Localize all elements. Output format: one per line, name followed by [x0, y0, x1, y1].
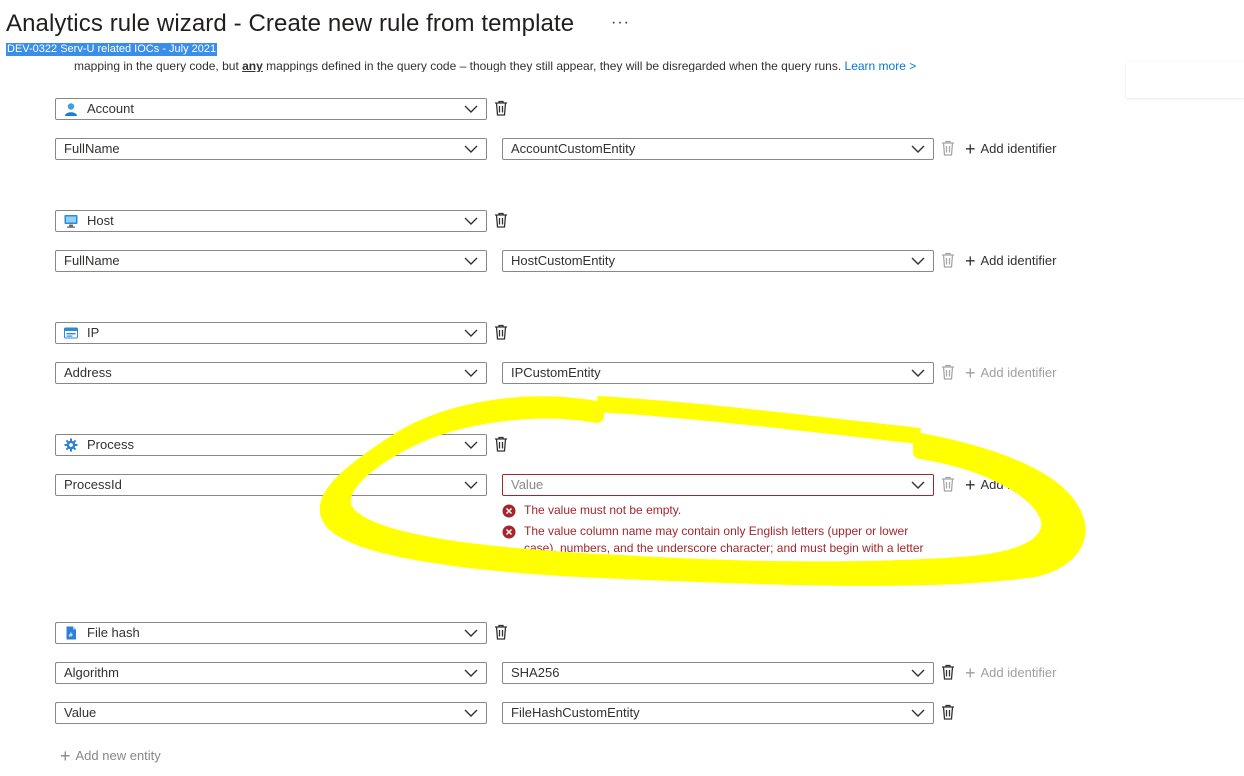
chevron-down-icon: [464, 105, 478, 113]
identifier-dropdown-ip[interactable]: Address: [55, 362, 487, 384]
delete-identifier-icon[interactable]: [941, 476, 955, 492]
entity-type-dropdown-account[interactable]: Account: [55, 98, 487, 120]
svg-text:#: #: [68, 632, 73, 639]
host-icon: [64, 215, 78, 228]
chevron-down-icon: [464, 369, 478, 377]
add-identifier-button-filehash[interactable]: + Add identifier: [965, 663, 1056, 684]
side-panel: [1126, 62, 1244, 98]
entity-type-dropdown-ip[interactable]: IP: [55, 322, 487, 344]
chevron-down-icon: [464, 257, 478, 265]
chevron-down-icon: [464, 441, 478, 449]
value-dropdown-account[interactable]: AccountCustomEntity: [502, 138, 934, 160]
delete-entity-icon[interactable]: [494, 436, 508, 452]
delete-identifier-icon[interactable]: [941, 704, 955, 720]
account-icon: [65, 103, 77, 116]
identifier-dropdown-filehash-1[interactable]: Algorithm: [55, 662, 487, 684]
chevron-down-icon: [911, 481, 925, 489]
delete-identifier-icon[interactable]: [941, 252, 955, 268]
chevron-down-icon: [911, 257, 925, 265]
page-title: Analytics rule wizard - Create new rule …: [6, 10, 575, 37]
chevron-down-icon: [911, 369, 925, 377]
identifier-dropdown-process[interactable]: ProcessId: [55, 474, 487, 496]
delete-identifier-icon[interactable]: [941, 364, 955, 380]
entity-type-dropdown-filehash[interactable]: # File hash: [55, 622, 487, 644]
value-dropdown-filehash-1[interactable]: SHA256: [502, 662, 934, 684]
error-message-empty: The value must not be empty.: [524, 503, 682, 517]
chevron-down-icon: [911, 709, 925, 717]
identifier-dropdown-host[interactable]: FullName: [55, 250, 487, 272]
identifier-dropdown-account[interactable]: FullName: [55, 138, 487, 160]
chevron-down-icon: [464, 629, 478, 637]
plus-icon: +: [965, 139, 976, 159]
chevron-down-icon: [464, 481, 478, 489]
delete-identifier-icon[interactable]: [941, 140, 955, 156]
delete-entity-icon[interactable]: [494, 100, 508, 116]
chevron-down-icon: [464, 217, 478, 225]
chevron-down-icon: [464, 709, 478, 717]
error-icon: [502, 525, 516, 539]
add-new-entity-button[interactable]: + Add new entity: [60, 746, 161, 767]
value-dropdown-filehash-2[interactable]: FileHashCustomEntity: [502, 702, 934, 724]
error-message-invalid-name: The value column name may contain only E…: [524, 524, 924, 572]
delete-entity-icon[interactable]: [494, 624, 508, 640]
add-identifier-button-account[interactable]: + Add identifier: [965, 139, 1056, 160]
more-options-button[interactable]: ···: [611, 14, 630, 32]
plus-icon: +: [965, 663, 976, 683]
add-identifier-button-process[interactable]: + Add identifier: [965, 475, 1056, 496]
value-dropdown-host[interactable]: HostCustomEntity: [502, 250, 934, 272]
plus-icon: +: [60, 746, 71, 766]
delete-identifier-icon[interactable]: [941, 664, 955, 680]
file-hash-icon: #: [66, 626, 76, 640]
entity-type-dropdown-process[interactable]: Process: [55, 434, 487, 456]
identifier-dropdown-filehash-2[interactable]: Value: [55, 702, 487, 724]
delete-entity-icon[interactable]: [494, 212, 508, 228]
value-dropdown-ip[interactable]: IPCustomEntity: [502, 362, 934, 384]
delete-entity-icon[interactable]: [494, 324, 508, 340]
chevron-down-icon: [911, 669, 925, 677]
plus-icon: +: [965, 363, 976, 383]
rule-name-subtitle: DEV-0322 Serv-U related IOCs - July 2021: [6, 43, 218, 56]
gear-icon: [64, 438, 78, 452]
plus-icon: +: [965, 475, 976, 495]
chevron-down-icon: [464, 329, 478, 337]
chevron-down-icon: [911, 145, 925, 153]
chevron-down-icon: [464, 145, 478, 153]
entity-type-dropdown-host[interactable]: Host: [55, 210, 487, 232]
ip-icon: [64, 327, 78, 339]
add-identifier-button-host[interactable]: + Add identifier: [965, 251, 1056, 272]
learn-more-link[interactable]: Learn more >: [845, 60, 917, 72]
chevron-down-icon: [464, 669, 478, 677]
value-dropdown-process[interactable]: Value: [502, 474, 934, 496]
entity-mapping-info: mapping in the query code, but any mappi…: [74, 60, 917, 72]
error-icon: [502, 504, 516, 518]
plus-icon: +: [965, 251, 976, 271]
add-identifier-button-ip[interactable]: + Add identifier: [965, 363, 1056, 384]
